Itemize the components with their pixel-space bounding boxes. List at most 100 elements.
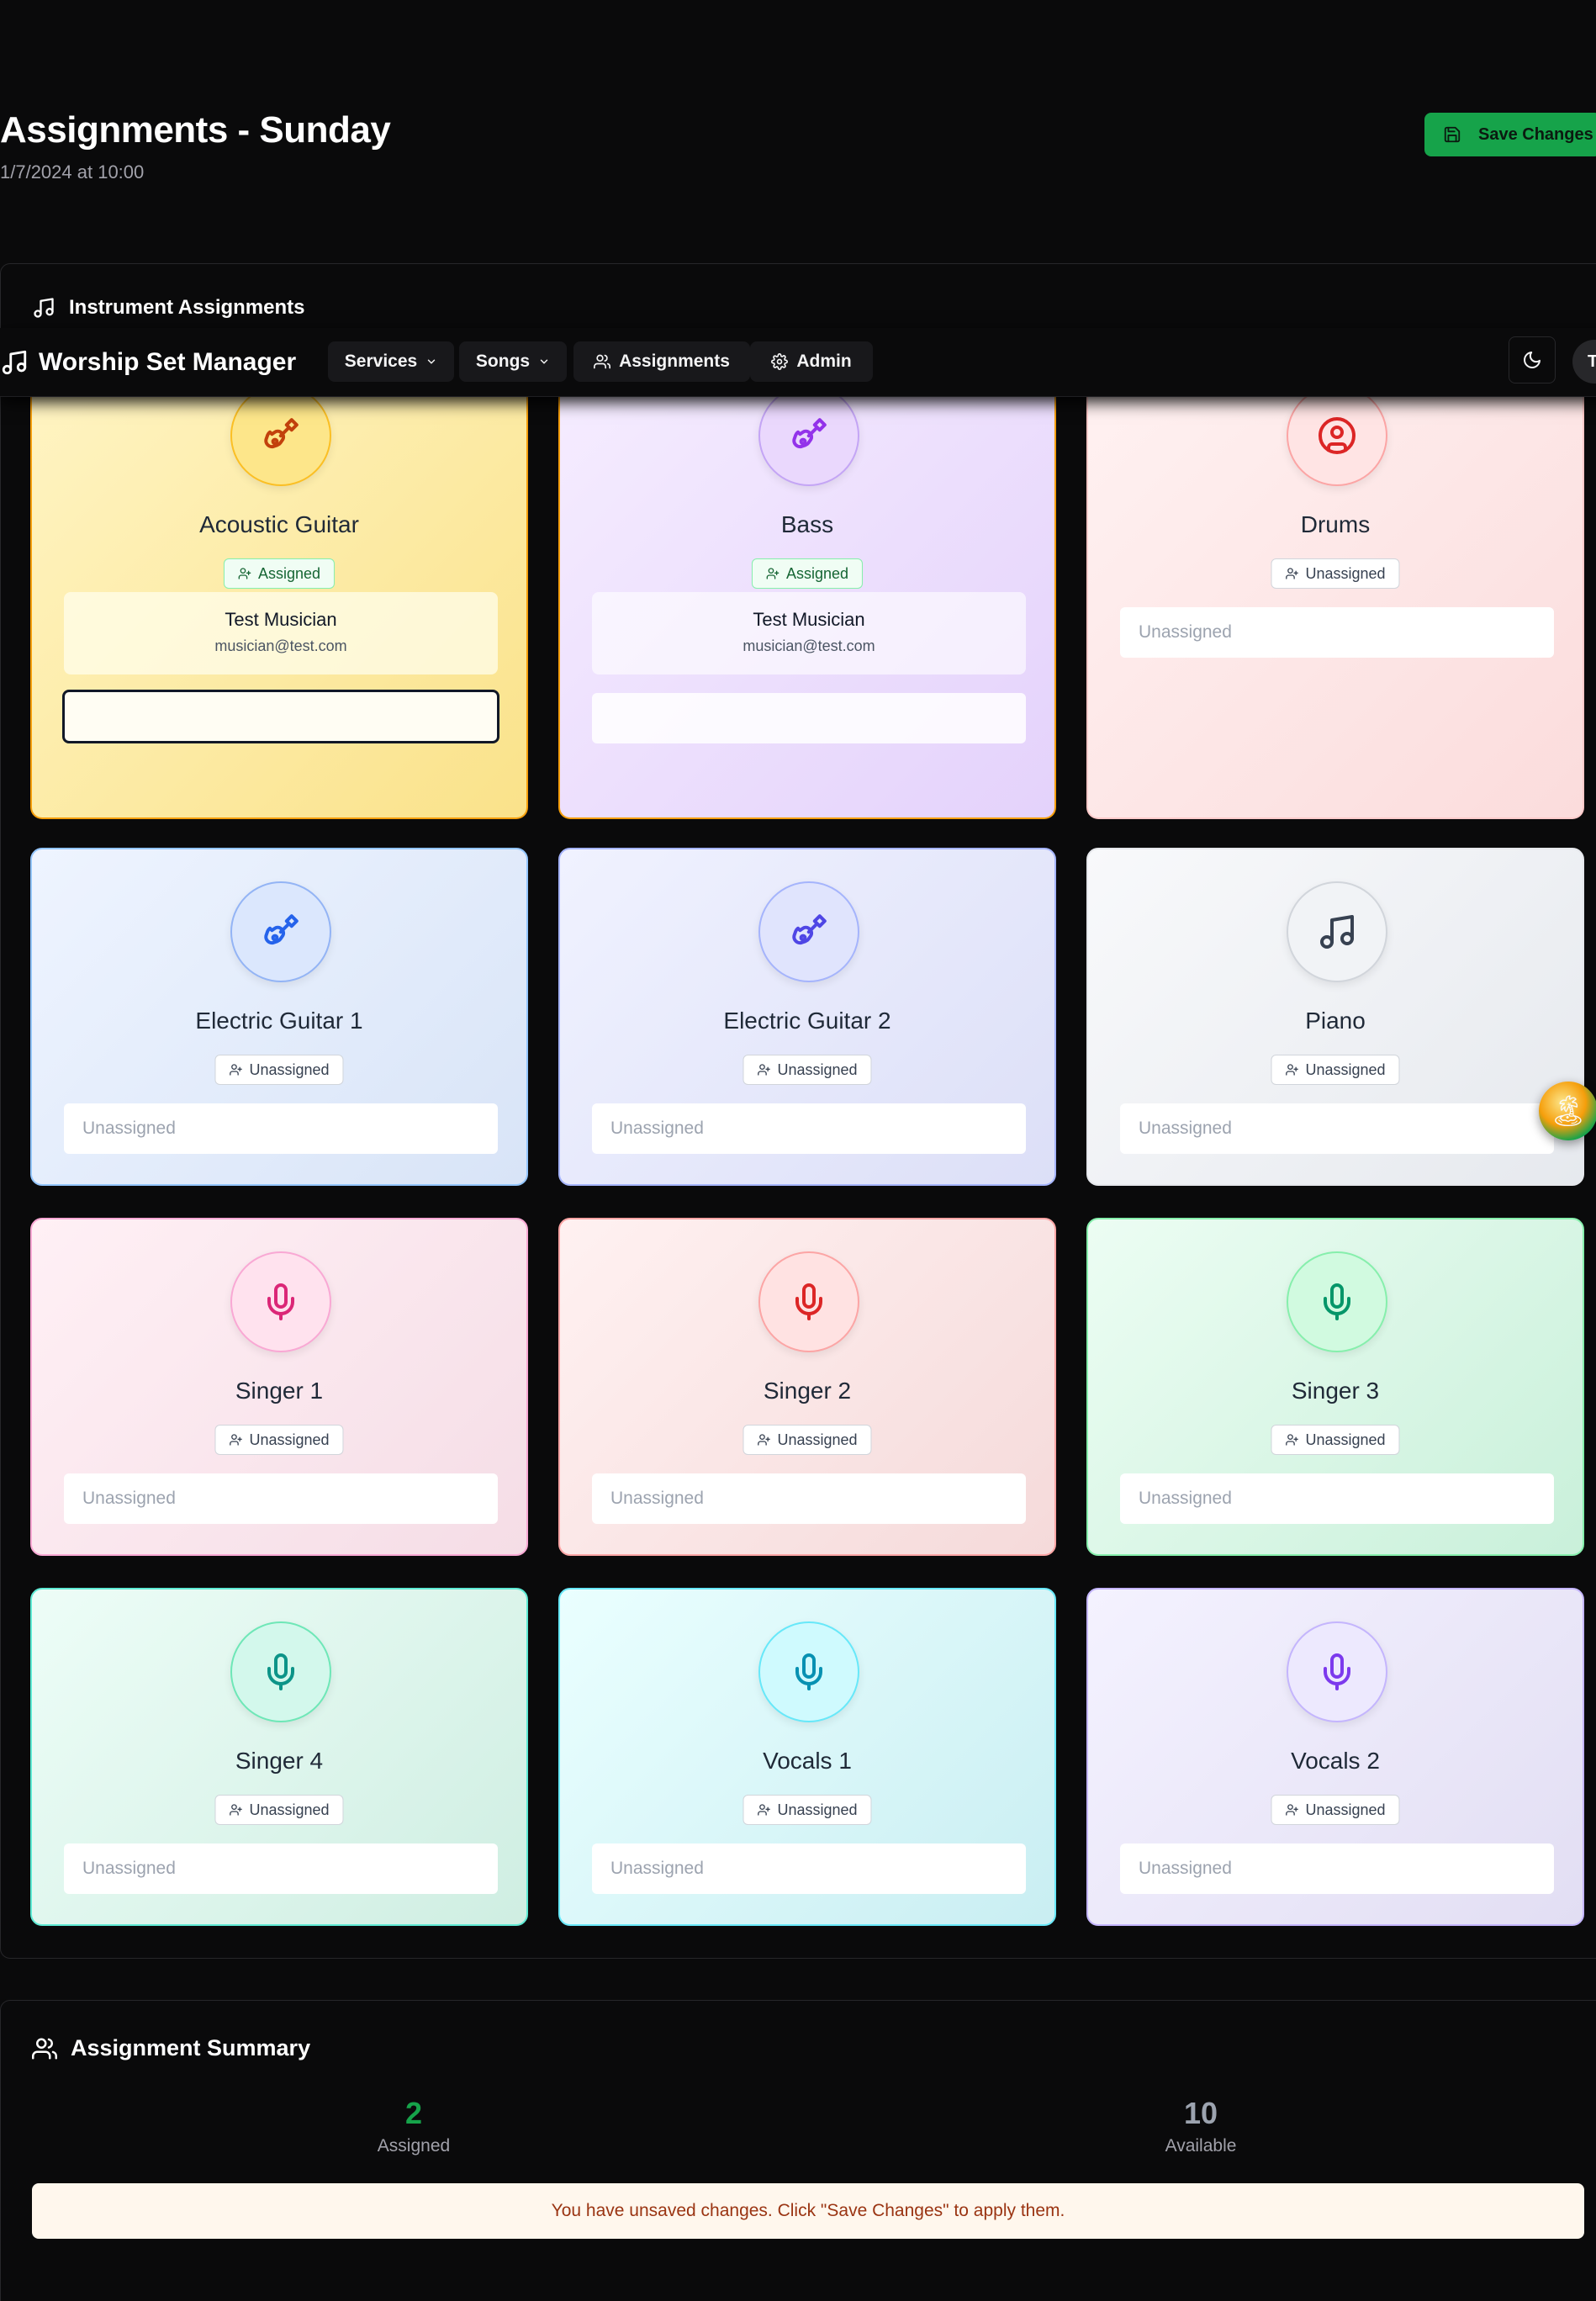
gear-icon — [771, 353, 789, 370]
status-badge-label: Unassigned — [1305, 564, 1386, 582]
instrument-name: Singer 1 — [235, 1378, 324, 1404]
instrument-card-singer-1: Singer 1 Unassigned Unassigned — [30, 1218, 528, 1556]
microphone-icon — [1324, 1283, 1350, 1320]
save-changes-button[interactable]: Save Changes — [1424, 113, 1596, 156]
status-badge: Assigned — [751, 558, 864, 589]
available-stat: 10 Available — [1075, 2096, 1327, 2156]
instrument-name: Bass — [780, 511, 834, 537]
instrument-card-electric-guitar-1: Electric Guitar 1 Unassigned Unassigned — [30, 848, 528, 1186]
status-badge: Unassigned — [214, 1425, 344, 1455]
instrument-icon-circle — [230, 1251, 331, 1352]
user-plus-icon — [758, 1434, 770, 1446]
musician-select[interactable]: Unassigned — [592, 1843, 1026, 1894]
instrument-name: Singer 4 — [235, 1748, 324, 1774]
nav-admin[interactable]: Admin — [750, 341, 873, 382]
nav-songs[interactable]: Songs — [459, 341, 567, 382]
floating-helper-button[interactable]: 🏝 — [1539, 1082, 1596, 1140]
nav-admin-label: Admin — [796, 352, 852, 371]
musician-name: Test Musician — [753, 609, 865, 630]
musician-select[interactable]: Unassigned — [64, 1103, 498, 1154]
instrument-icon-circle — [758, 1621, 859, 1722]
instrument-icon-circle — [758, 392, 859, 486]
user-avatar-button[interactable]: T — [1572, 340, 1596, 384]
instrument-name: Vocals 1 — [763, 1748, 852, 1774]
user-plus-icon — [758, 1804, 770, 1816]
assigned-stat: 2 Assigned — [288, 2096, 540, 2156]
assigned-musician: Test Musician musician@test.com — [64, 592, 498, 674]
guitar-icon — [264, 914, 299, 945]
status-badge: Unassigned — [1271, 558, 1400, 589]
instrument-card-acoustic-guitar: Acoustic Guitar Assigned Test Musician musi… — [30, 392, 528, 819]
chevron-down-icon — [540, 359, 548, 364]
user-plus-icon — [238, 568, 251, 579]
moon-icon — [1524, 352, 1541, 368]
assigned-count: 2 — [404, 2096, 423, 2130]
instrument-card-vocals-1: Vocals 1 Unassigned Unassigned — [558, 1588, 1056, 1926]
musician-email: musician@test.com — [214, 637, 347, 654]
status-badge: Assigned — [223, 558, 336, 589]
musician-email: musician@test.com — [743, 637, 875, 654]
status-badge-label: Unassigned — [777, 1801, 858, 1818]
music-note-icon — [1320, 915, 1354, 949]
status-badge: Unassigned — [743, 1425, 872, 1455]
available-count: 10 — [1183, 2096, 1218, 2130]
user-plus-icon — [1286, 1064, 1298, 1076]
instrument-name: Vocals 2 — [1291, 1748, 1380, 1774]
musician-select[interactable]: Unassigned — [1120, 607, 1554, 658]
status-badge: Unassigned — [743, 1795, 872, 1825]
save-icon — [1444, 126, 1461, 143]
nav-assignments-label: Assignments — [619, 352, 730, 371]
chevron-down-icon — [427, 359, 436, 364]
instrument-icon-circle — [1287, 392, 1387, 486]
instrument-name: Acoustic Guitar — [199, 511, 359, 537]
instrument-card-vocals-2: Vocals 2 Unassigned Unassigned — [1086, 1588, 1584, 1926]
status-badge: Unassigned — [1271, 1055, 1400, 1085]
musician-select[interactable]: Unassigned — [1120, 1473, 1554, 1524]
microphone-icon — [267, 1283, 294, 1320]
instrument-card-drums: Drums Unassigned Unassigned — [1086, 392, 1584, 819]
theme-toggle-button[interactable] — [1509, 336, 1556, 384]
instrument-card-bass: Bass Assigned Test Musician musician@test.c… — [558, 392, 1056, 819]
status-badge-label: Assigned — [257, 564, 321, 582]
status-badge: Unassigned — [1271, 1425, 1400, 1455]
top-navbar: Worship Set Manager Services Songs Assig… — [0, 328, 1596, 397]
unsaved-changes-notice: You have unsaved changes. Click "Save Ch… — [32, 2183, 1584, 2239]
microphone-icon — [1324, 1653, 1350, 1690]
instrument-card-singer-3: Singer 3 Unassigned Unassigned — [1086, 1218, 1584, 1556]
musician-select[interactable]: Unassigned — [592, 1473, 1026, 1524]
nav-assignments[interactable]: Assignments — [573, 341, 750, 382]
musician-select[interactable] — [62, 690, 499, 743]
instrument-icon-circle — [230, 392, 331, 486]
user-plus-icon — [758, 1064, 770, 1076]
assigned-musician: Test Musician musician@test.com — [592, 592, 1026, 674]
user-plus-icon — [230, 1064, 242, 1076]
musician-select[interactable]: Unassigned — [592, 1103, 1026, 1154]
user-plus-icon — [1286, 1804, 1298, 1816]
instrument-name: Singer 2 — [763, 1378, 852, 1404]
section-title-label: Instrument Assignments — [69, 296, 305, 319]
nav-services[interactable]: Services — [328, 341, 454, 382]
brand[interactable]: Worship Set Manager — [0, 328, 296, 397]
summary-title-label: Assignment Summary — [71, 2035, 311, 2060]
musician-select[interactable]: Unassigned — [64, 1473, 498, 1524]
status-badge-label: Unassigned — [249, 1801, 330, 1818]
musician-select[interactable]: Unassigned — [64, 1843, 498, 1894]
status-badge-label: Unassigned — [249, 1431, 330, 1448]
status-badge-label: Unassigned — [777, 1431, 858, 1448]
instrument-name: Drums — [1300, 511, 1371, 537]
instrument-icon-circle — [758, 1251, 859, 1352]
musician-select[interactable]: Unassigned — [1120, 1843, 1554, 1894]
nav-songs-label: Songs — [475, 352, 531, 371]
assigned-label: Assigned — [377, 2136, 451, 2156]
page-header: Assignments - Sunday 1/7/2024 at 10:00 — [0, 109, 391, 183]
status-badge: Unassigned — [1271, 1795, 1400, 1825]
save-changes-label: Save Changes — [1478, 124, 1593, 144]
assignment-summary-title: Assignment Summary — [32, 2035, 310, 2061]
musician-select[interactable]: Unassigned — [1120, 1103, 1554, 1154]
user-plus-icon — [230, 1434, 242, 1446]
instrument-icon-circle — [1287, 881, 1387, 982]
instrument-card-electric-guitar-2: Electric Guitar 2 Unassigned Unassigned — [558, 848, 1056, 1186]
instrument-name: Singer 3 — [1291, 1378, 1380, 1404]
status-badge-label: Unassigned — [1305, 1061, 1386, 1078]
musician-select[interactable] — [592, 693, 1026, 743]
